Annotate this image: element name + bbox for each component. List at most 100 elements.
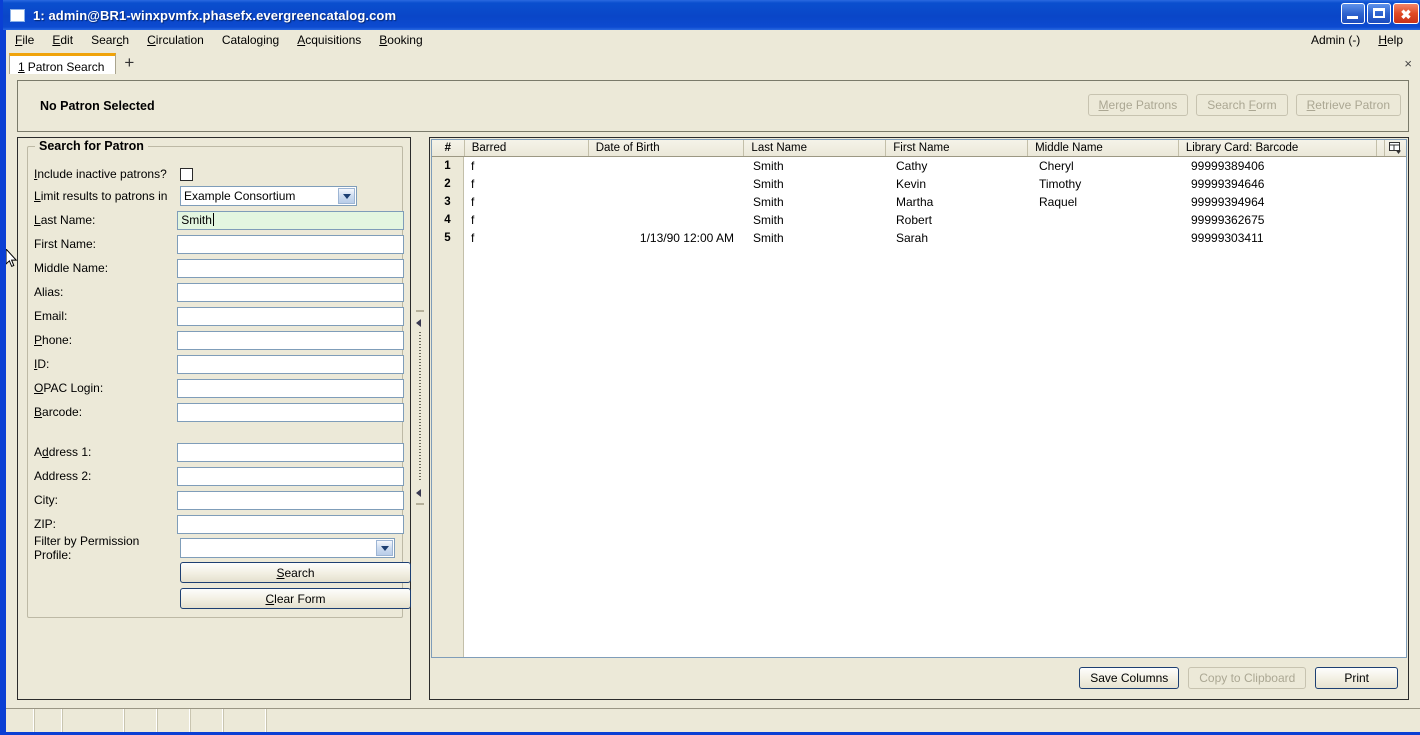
phone-input[interactable] xyxy=(177,330,404,350)
splitter-nub-bottom xyxy=(416,503,424,505)
close-icon: ✖ xyxy=(1400,7,1412,22)
menu-help[interactable]: Help xyxy=(1369,31,1412,49)
field-alias: Alias: xyxy=(34,280,404,304)
table-cell-num: 5 xyxy=(432,229,464,247)
table-row[interactable]: 2 f Smith Kevin Timothy 99999394646 xyxy=(432,175,1406,193)
table-cell-dob: 1/13/90 12:00 AM xyxy=(639,231,734,245)
menu-booking[interactable]: Booking xyxy=(370,31,431,49)
column-header-barcode[interactable]: Library Card: Barcode xyxy=(1177,140,1376,156)
column-header-barred[interactable]: Barred xyxy=(463,140,588,156)
alias-input[interactable] xyxy=(177,282,404,302)
menu-acquisitions[interactable]: Acquisitions xyxy=(288,31,370,49)
results-grid: # Barred Date of Birth Last Name First N… xyxy=(431,139,1407,658)
table-cell-first_name: Sarah xyxy=(896,231,929,245)
field-include-inactive: Include inactive patrons? xyxy=(34,162,404,186)
zip-input[interactable] xyxy=(177,514,404,534)
results-pane: # Barred Date of Birth Last Name First N… xyxy=(429,137,1409,700)
middle-name-input[interactable] xyxy=(177,258,404,278)
column-picker-icon[interactable] xyxy=(1384,140,1406,156)
results-grid-body: 1 f Smith Cathy Cheryl 99999389406 2 f Smith Kevi… xyxy=(432,157,1406,657)
table-cell-last_name: Smith xyxy=(753,195,784,209)
table-row[interactable]: 4 f Smith Robert 99999362675 xyxy=(432,211,1406,229)
email-label: Email: xyxy=(34,309,68,323)
include-inactive-checkbox[interactable] xyxy=(180,167,193,181)
menu-edit[interactable]: Edit xyxy=(43,31,82,49)
permission-profile-label: Filter by Permission Profile: xyxy=(34,534,140,562)
window-title: 1: admin@BR1-winxpvmfx.phasefx.evergreen… xyxy=(33,7,397,23)
city-input[interactable] xyxy=(177,490,404,510)
table-cell-barred: f xyxy=(471,177,475,191)
column-header-middle-name[interactable]: Middle Name xyxy=(1027,140,1178,156)
status-segment xyxy=(6,709,34,732)
chevron-down-icon xyxy=(376,540,393,556)
field-last-name: Last Name: Smith xyxy=(34,208,404,232)
new-tab-button[interactable]: + xyxy=(116,53,142,73)
minimize-button[interactable] xyxy=(1341,3,1365,24)
column-header-num[interactable]: # xyxy=(432,140,464,156)
pane-splitter[interactable] xyxy=(413,137,427,700)
table-cell-barcode: 99999362675 xyxy=(1191,213,1265,227)
table-cell-num: 3 xyxy=(432,193,464,211)
id-label: ID: xyxy=(34,357,50,371)
search-form-pane: Search for Patron Include inactive patro… xyxy=(17,137,411,700)
clear-form-button-label: Clear Form xyxy=(265,591,326,606)
menu-file[interactable]: File xyxy=(6,31,43,49)
field-barcode: Barcode: xyxy=(34,400,404,424)
field-address-1: Address 1: xyxy=(34,440,404,464)
field-address-2: Address 2: xyxy=(34,464,404,488)
table-cell-middle_name xyxy=(1032,211,1184,229)
search-button[interactable]: Search xyxy=(180,562,411,583)
collapse-right-icon[interactable] xyxy=(416,489,421,497)
column-header-first-name[interactable]: First Name xyxy=(885,140,1027,156)
permission-profile-select[interactable] xyxy=(180,538,395,558)
patron-action-buttons: Merge Patrons Search Form Retrieve Patro… xyxy=(1087,94,1401,116)
search-form-button[interactable]: Search Form xyxy=(1196,94,1288,116)
barcode-input[interactable] xyxy=(177,402,404,422)
limit-results-select[interactable]: Example Consortium xyxy=(180,186,357,206)
copy-to-clipboard-button[interactable]: Copy to Clipboard xyxy=(1188,666,1307,689)
search-button-label: Search xyxy=(276,565,315,580)
last-name-input[interactable]: Smith xyxy=(177,210,404,230)
maximize-icon xyxy=(1373,8,1385,18)
first-name-input[interactable] xyxy=(177,234,404,254)
clear-form-button[interactable]: Clear Form xyxy=(180,588,411,609)
menu-admin[interactable]: Admin (-) xyxy=(1302,31,1369,49)
column-header-dob[interactable]: Date of Birth xyxy=(587,140,744,156)
splitter-grip[interactable] xyxy=(419,332,421,482)
table-cell-num: 4 xyxy=(432,211,464,229)
column-header-last-name[interactable]: Last Name xyxy=(743,140,885,156)
field-opac-login: OPAC Login: xyxy=(34,376,404,400)
title-bar: 1: admin@BR1-winxpvmfx.phasefx.evergreen… xyxy=(3,0,1420,30)
print-button[interactable]: Print xyxy=(1315,666,1398,689)
tab-patron-search[interactable]: 1 Patron Search xyxy=(9,53,117,75)
merge-patrons-button[interactable]: Merge Patrons xyxy=(1087,94,1189,116)
include-inactive-label: Include inactive patrons? xyxy=(34,167,167,181)
table-cell-num: 1 xyxy=(432,157,464,175)
close-button[interactable]: ✖ xyxy=(1393,3,1419,24)
patron-status-label: No Patron Selected xyxy=(40,99,155,113)
status-segment-main xyxy=(266,709,1420,732)
table-cell-dob xyxy=(589,193,746,211)
limit-results-value: Example Consortium xyxy=(184,189,296,203)
menu-cataloging[interactable]: Cataloging xyxy=(213,31,288,49)
table-row[interactable]: 3 f Smith Martha Raquel 99999394964 xyxy=(432,193,1406,211)
table-row[interactable]: 5 f 1/13/90 12:00 AM Smith Sarah 99999303411 xyxy=(432,229,1406,247)
menu-circulation[interactable]: Circulation xyxy=(138,31,213,49)
table-row[interactable]: 1 f Smith Cathy Cheryl 99999389406 xyxy=(432,157,1406,175)
maximize-button[interactable] xyxy=(1367,3,1391,24)
field-permission-profile: Filter by Permission Profile: xyxy=(34,534,404,562)
address-1-input[interactable] xyxy=(177,442,404,462)
opac-login-input[interactable] xyxy=(177,378,404,398)
email-input[interactable] xyxy=(177,306,404,326)
save-columns-button[interactable]: Save Columns xyxy=(1079,666,1180,689)
id-input[interactable] xyxy=(177,354,404,374)
collapse-left-icon[interactable] xyxy=(416,319,421,327)
close-tab-icon[interactable]: × xyxy=(1404,56,1412,71)
retrieve-patron-button[interactable]: Retrieve Patron xyxy=(1295,94,1401,116)
status-bar xyxy=(6,708,1420,732)
menu-search[interactable]: Search xyxy=(82,31,138,49)
table-cell-barcode: 99999394646 xyxy=(1191,177,1265,191)
menu-bar: File Edit Search Circulation Cataloging … xyxy=(6,30,1420,51)
address-2-input[interactable] xyxy=(177,466,404,486)
middle-name-label: Middle Name: xyxy=(34,261,109,275)
